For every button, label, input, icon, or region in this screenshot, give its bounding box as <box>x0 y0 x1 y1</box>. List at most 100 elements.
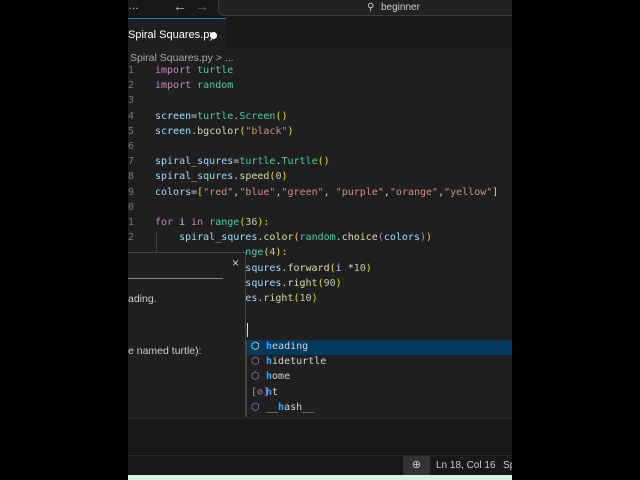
suggestion-label: hideturtle <box>266 356 327 368</box>
code-token: () <box>275 110 288 122</box>
code-text: squres.right(90) <box>245 278 341 289</box>
suggestion-item[interactable]: ⬡ hideturtle <box>247 355 512 370</box>
code-token: ) <box>281 171 288 183</box>
search-icon: ⚲ <box>367 2 375 13</box>
code-token: () <box>317 156 330 168</box>
code-token: screen <box>155 110 192 122</box>
text-cursor <box>247 323 248 337</box>
line-number: 3 <box>128 95 135 107</box>
status-bar: ⊕ Ln 18, Col 16 Sp <box>128 455 512 476</box>
line-number: 2 <box>128 80 135 92</box>
autocomplete-list: ⬡ heading ⬡ hideturtle ⬡ home [⊘] ht ⬡ __hash__ <box>246 340 512 417</box>
code-text: colors=["red","blue","green", "purple","… <box>155 187 498 198</box>
code-token: import <box>155 65 198 76</box>
doc-text: ading. <box>128 293 157 305</box>
code-token: squres <box>245 277 282 289</box>
breadcrumb[interactable]: Spiral Squares.py > ... <box>130 52 234 64</box>
code-token: "blue" <box>239 186 276 198</box>
code-token: ) <box>335 277 342 289</box>
code-token: turtle <box>197 65 234 76</box>
cursor-position[interactable]: Ln 18, Col 16 <box>436 460 496 471</box>
more-menu-icon[interactable]: … <box>128 0 139 12</box>
code-token: 10 <box>299 293 312 304</box>
code-token: colors <box>383 232 420 244</box>
code-line[interactable]: 0 <box>128 202 512 217</box>
code-line[interactable]: 1 for i in range(36): <box>128 217 512 232</box>
suggestion-item[interactable]: ⬡ heading <box>247 340 512 355</box>
code-token: "green" <box>281 186 324 198</box>
code-token: squres <box>245 262 282 274</box>
code-line[interactable]: 6 <box>128 141 512 156</box>
code-token: "red" <box>203 186 234 198</box>
code-token: color <box>263 232 294 244</box>
close-icon[interactable]: × <box>232 256 239 270</box>
code-token: i <box>179 217 192 228</box>
code-text: screen.bgcolor("black") <box>155 126 294 137</box>
code-line[interactable]: 1 import turtle <box>128 65 512 80</box>
editor-tabs: Spiral Squares.py <box>128 18 512 48</box>
forward-button[interactable]: → <box>195 0 209 14</box>
code-token: bgcolor <box>197 125 240 137</box>
code-token: speed <box>239 171 270 183</box>
method-cube-icon: ⬡ <box>251 341 260 352</box>
line-number: 6 <box>128 141 135 152</box>
taskbar-strip <box>128 475 512 480</box>
code-line[interactable]: 2 spiral_squres.color(random.choice(color… <box>128 232 512 247</box>
code-line[interactable]: 2 import random <box>128 80 512 95</box>
code-token: spiral_squres <box>179 232 258 244</box>
line-number: 9 <box>128 186 135 198</box>
vscode-window: … ← → ⚲ beginner Spiral Squares.py Spira… <box>128 0 512 480</box>
line-number: 4 <box>128 110 135 122</box>
back-button[interactable]: ← <box>173 0 187 14</box>
code-token: range <box>209 217 240 228</box>
code-line[interactable]: 4 screen=turtle.Screen() <box>128 111 512 126</box>
code-text: import random <box>155 80 233 91</box>
code-line[interactable]: 5 screen.bgcolor("black") <box>128 126 512 141</box>
hover-doc-panel: × ading. e named turtle): <box>128 252 246 417</box>
code-token: forward <box>287 262 330 274</box>
code-line[interactable]: 7 spiral_squres=turtle.Turtle() <box>128 156 512 171</box>
tab-spiral-squares[interactable]: Spiral Squares.py <box>128 18 226 48</box>
command-center-search[interactable]: ⚲ beginner <box>218 0 512 16</box>
method-cube-icon: ⬡ <box>251 371 260 383</box>
code-token: ) <box>426 232 433 244</box>
code-text: spiral_squres.color(random.choice(colors… <box>179 232 432 243</box>
suggestion-label: home <box>266 371 291 383</box>
code-token: 10 <box>353 262 366 274</box>
code-token: ) <box>287 125 294 137</box>
indentation-status[interactable]: Sp <box>503 460 512 471</box>
code-token: spiral_squres <box>155 156 234 168</box>
code-token: screen <box>155 125 192 137</box>
code-token: 90 <box>323 277 336 289</box>
code-text: squres.forward(i *10) <box>245 263 372 274</box>
code-text: es.right(10) <box>245 293 317 304</box>
code-text: import turtle <box>155 65 233 76</box>
line-number: 5 <box>128 125 135 137</box>
code-token: "purple" <box>335 186 384 198</box>
suggestion-label: heading <box>266 341 309 352</box>
code-token: import <box>155 80 198 92</box>
code-token: ): <box>257 217 270 228</box>
code-token: spiral_squres <box>155 171 234 183</box>
code-token: ) <box>311 293 318 304</box>
code-text: for i in range(36): <box>155 217 269 228</box>
code-line[interactable]: 3 <box>128 95 512 110</box>
code-token: Turtle <box>281 156 318 168</box>
code-token: 36 <box>245 217 258 228</box>
suggestion-item[interactable]: ⬡ __hash__ <box>247 401 512 416</box>
code-token: choice <box>341 232 378 244</box>
code-text: spiral_squres=turtle.Turtle() <box>155 156 330 167</box>
code-line[interactable]: 8 spiral_squres.speed(0) <box>128 171 512 186</box>
zoom-icon[interactable]: ⊕ <box>403 456 430 476</box>
method-cube-icon: ⬡ <box>251 401 260 413</box>
code-token: "orange" <box>389 186 439 198</box>
suggestion-item[interactable]: ⬡ home <box>247 370 512 385</box>
unsaved-dot-icon[interactable] <box>210 32 217 39</box>
code-token: in <box>191 217 210 228</box>
suggestion-item[interactable]: [⊘] ht <box>247 386 512 401</box>
code-line[interactable]: 9 colors=["red","blue","green", "purple",… <box>128 187 512 202</box>
method-cube-icon: ⬡ <box>251 356 260 368</box>
code-token: "yellow" <box>444 186 493 198</box>
code-text: nge(4): <box>245 247 287 258</box>
suggestion-label: __hash__ <box>266 401 315 413</box>
